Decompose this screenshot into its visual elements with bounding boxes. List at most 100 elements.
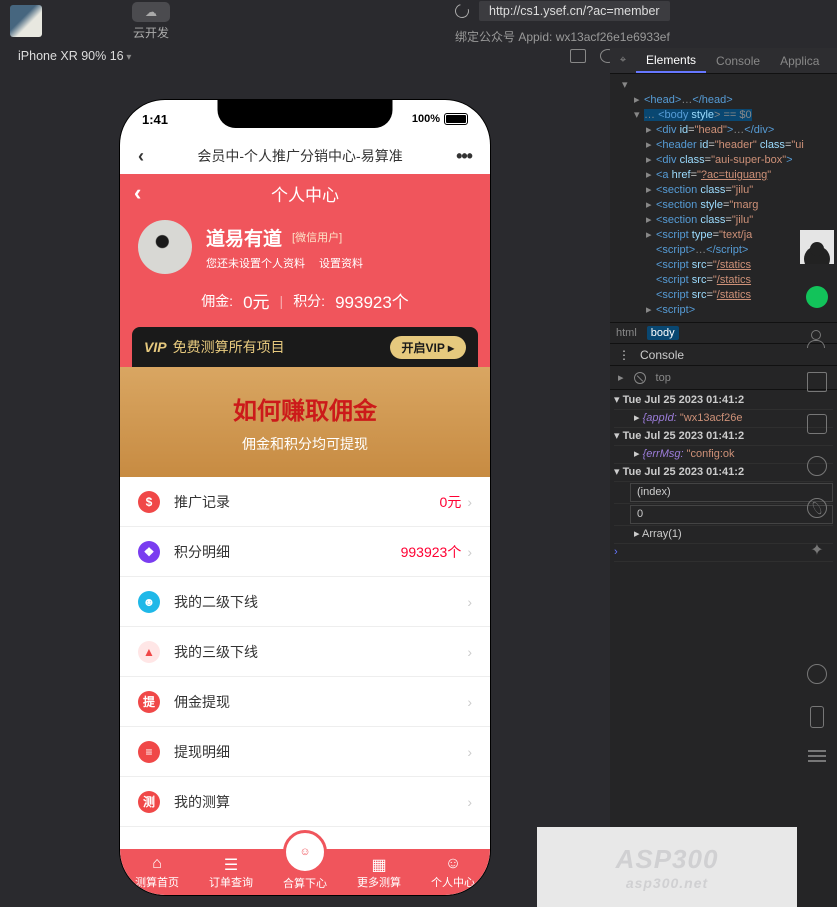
menu-item-6[interactable]: 测我的测算› — [120, 777, 490, 827]
menu-item-3[interactable]: ▲我的三级下线› — [120, 627, 490, 677]
bottom-tabs: ⌂测算首页 ☰订单查询 ☺合算下心 ▦更多测算 ☺个人中心 — [120, 849, 490, 895]
rail-atom-icon[interactable] — [807, 498, 827, 518]
dom-line[interactable]: ▸<div class="aui-super-box"> — [614, 153, 833, 168]
dom-line[interactable]: ▸<a href="?ac=tuiguang" — [614, 168, 833, 183]
vip-bar[interactable]: VIP 免费测算所有项目 开启VIP ▸ — [132, 327, 478, 367]
clear-console-icon[interactable] — [634, 372, 646, 384]
rail-menu-icon[interactable] — [808, 750, 826, 762]
vip-open-button[interactable]: 开启VIP ▸ — [390, 336, 466, 359]
window-icon[interactable] — [570, 49, 586, 63]
edit-profile-link[interactable]: 设置资料 — [319, 255, 363, 271]
menu-item-2[interactable]: ☻我的二级下线› — [120, 577, 490, 627]
appid-label: 绑定公众号 Appid: wx13acf26e1e6933ef — [455, 28, 670, 45]
tab-elements[interactable]: Elements — [636, 48, 706, 73]
phone-frame: 1:41 100% ‹ 会员中-个人推广分销中心-易算准 ••• ‹ 个人中心 … — [120, 100, 490, 895]
menu-label: 推广记录 — [174, 492, 440, 512]
vip-text: 免费测算所有项目 — [173, 337, 285, 357]
rail-folder-icon[interactable] — [807, 414, 827, 434]
earn-panel[interactable]: 如何赚取佣金 佣金和积分均可提现 — [120, 367, 490, 477]
menu-item-0[interactable]: $推广记录0元› — [120, 477, 490, 527]
tab-1[interactable]: ☰订单查询 — [209, 855, 253, 890]
avatar[interactable] — [138, 220, 192, 274]
menu-icon: ❖ — [138, 541, 160, 563]
tab-4[interactable]: ☺个人中心 — [431, 855, 475, 890]
rail-avatar[interactable] — [800, 230, 834, 264]
rail-spark-icon[interactable]: ✦ — [810, 540, 823, 560]
rail-music-icon[interactable] — [807, 664, 827, 684]
project-thumb[interactable] — [10, 5, 42, 37]
cloud-label: 云开发 — [132, 24, 170, 41]
menu-icon: 测 — [138, 791, 160, 813]
commission-value: 0元 — [243, 288, 269, 313]
context-selector[interactable]: top — [656, 372, 671, 384]
dom-line[interactable]: ▸<section style="marg — [614, 198, 833, 213]
tab-center[interactable]: ☺合算下心 — [283, 854, 327, 891]
user-name: 道易有道 — [206, 224, 282, 251]
hero-title: 个人中心 — [120, 181, 490, 206]
dom-line[interactable]: ▸<div id="head">…</div> — [614, 123, 833, 138]
menu-item-4[interactable]: 提佣金提现› — [120, 677, 490, 727]
console-drawer-label: Console — [640, 348, 684, 362]
chevron-right-icon: › — [467, 594, 472, 610]
earn-title: 如何赚取佣金 — [233, 391, 377, 426]
rail-compass-icon[interactable] — [807, 456, 827, 476]
dom-line[interactable]: ▸<header id="header" class="ui — [614, 138, 833, 153]
dom-line[interactable]: ▾… <body style> == $0 — [614, 108, 833, 123]
rail-phone-icon[interactable] — [810, 706, 824, 728]
refresh-icon[interactable] — [452, 1, 471, 20]
status-time: 1:41 — [142, 112, 168, 127]
menu-value: 993923个 — [401, 542, 462, 562]
menu-icon: $ — [138, 491, 160, 513]
cloud-icon: ☁ — [132, 2, 170, 22]
menu-icon: ☻ — [138, 591, 160, 613]
rail-box-icon[interactable] — [807, 372, 827, 392]
dom-line[interactable]: ▸<head>…</head> — [614, 93, 833, 108]
tab-console[interactable]: Console — [706, 48, 770, 73]
chevron-right-icon: › — [467, 544, 472, 560]
tab-icon: ▦ — [369, 855, 389, 873]
rail-people-icon[interactable] — [807, 330, 827, 350]
menu-label: 我的测算 — [174, 792, 467, 812]
menu-label: 佣金提现 — [174, 692, 467, 712]
tab-application[interactable]: Applica — [770, 48, 829, 73]
url-bar[interactable]: http://cs1.ysef.cn/?ac=member — [479, 1, 670, 21]
menu-list: $推广记录0元›❖积分明细993923个›☻我的二级下线›▲我的三级下线›提佣金… — [120, 477, 490, 827]
chevron-right-icon: › — [467, 694, 472, 710]
nav-more-icon[interactable]: ••• — [456, 146, 472, 167]
crumb-html[interactable]: html — [616, 327, 637, 339]
dom-line[interactable]: ▾ — [614, 78, 833, 93]
tab-3[interactable]: ▦更多测算 — [357, 855, 401, 890]
points-value: 993923个 — [335, 288, 409, 313]
commission-label: 佣金: — [201, 291, 233, 311]
chat-bubble-icon[interactable] — [806, 286, 828, 308]
vip-badge: VIP — [144, 339, 167, 355]
menu-item-1[interactable]: ❖积分明细993923个› — [120, 527, 490, 577]
dom-line[interactable]: ▸<section class="jilu" — [614, 213, 833, 228]
device-selector[interactable]: iPhone XR 90% 16 — [18, 49, 131, 63]
hero-back-icon[interactable]: ‹ — [134, 180, 141, 206]
tab-icon: ☺ — [443, 855, 463, 873]
ide-top-bar: ☁ 云开发 — [0, 0, 837, 42]
inspect-icon[interactable]: ⌖ — [610, 54, 636, 67]
console-sidebar-icon[interactable]: ▸ — [618, 371, 624, 384]
nav-title: 会员中-个人推广分销中心-易算准 — [197, 146, 402, 166]
right-rail: ✦ — [797, 230, 837, 762]
tab-icon: ⌂ — [147, 855, 167, 873]
tab-center-icon: ☺ — [283, 830, 327, 874]
tab-0[interactable]: ⌂测算首页 — [135, 855, 179, 890]
nav-back-icon[interactable]: ‹ — [138, 146, 144, 167]
menu-label: 提现明细 — [174, 742, 467, 762]
menu-item-5[interactable]: ≡提现明细› — [120, 727, 490, 777]
stats-row: 佣金: 0元 | 积分: 993923个 — [120, 280, 490, 327]
menu-icon: ▲ — [138, 641, 160, 663]
dom-line[interactable]: ▸<section class="jilu" — [614, 183, 833, 198]
cloud-dev-button[interactable]: ☁ 云开发 — [132, 2, 170, 41]
earn-sub: 佣金和积分均可提现 — [242, 434, 368, 454]
crumb-body[interactable]: body — [647, 326, 679, 340]
hero-section: ‹ 个人中心 道易有道 [微信用户] 您还未设置个人资料 设置资料 佣金: — [120, 174, 490, 367]
status-battery: 100% — [412, 113, 468, 125]
menu-icon: ≡ — [138, 741, 160, 763]
phone-notch — [218, 100, 393, 128]
console-drawer-toggle[interactable]: ⋮ — [618, 348, 630, 362]
devtools-tabs: ⌖ Elements Console Applica — [610, 48, 837, 74]
